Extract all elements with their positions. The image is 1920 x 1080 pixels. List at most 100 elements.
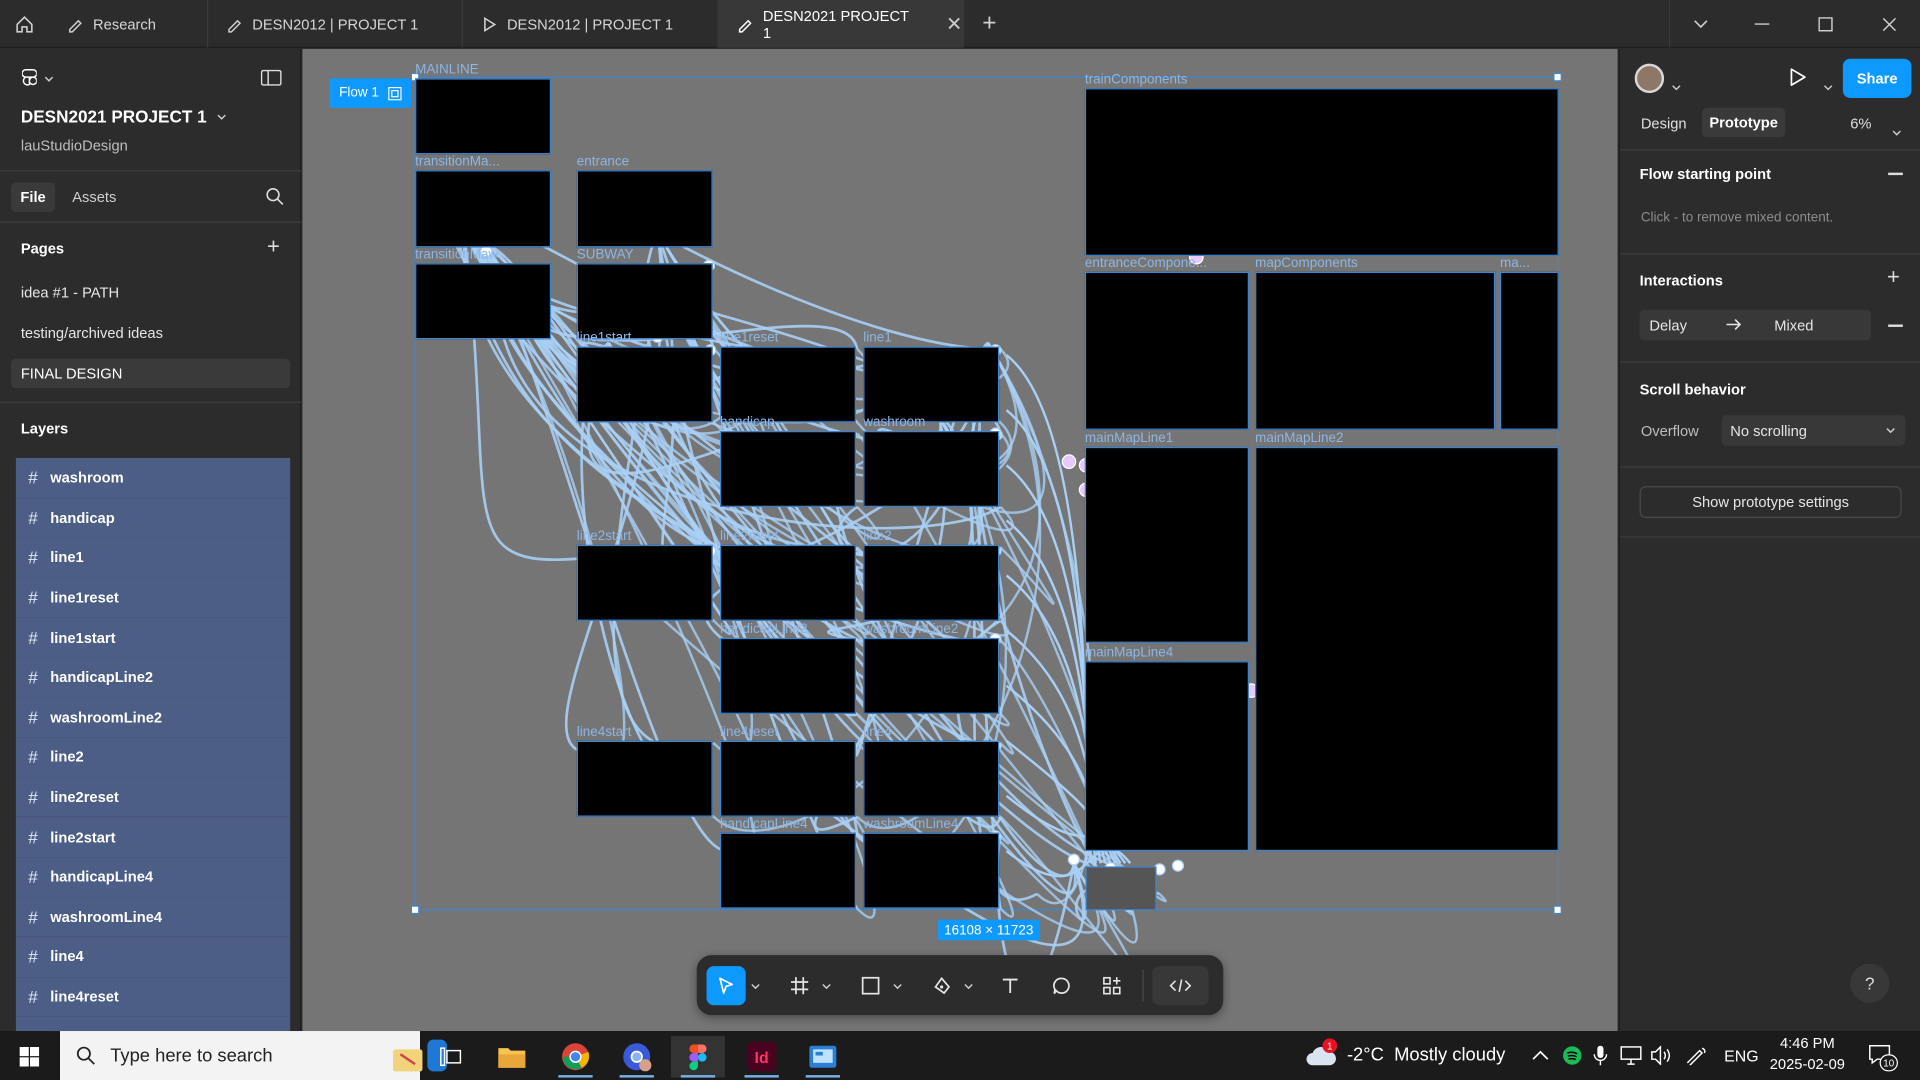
- notification-center-icon[interactable]: 10: [1867, 1043, 1898, 1072]
- add-page-icon[interactable]: +: [267, 235, 280, 257]
- layer-item[interactable]: # line4reset: [15, 976, 291, 1017]
- figma-app-icon[interactable]: [671, 1035, 725, 1078]
- layer-item[interactable]: # handicapLine4: [15, 857, 291, 898]
- frame-line4start[interactable]: [576, 740, 713, 817]
- frame-line2[interactable]: [863, 544, 1000, 621]
- tab-desn2021-active[interactable]: DESN2021 PROJECT 1 ✕: [718, 0, 964, 48]
- layer-item[interactable]: # handicap: [15, 497, 291, 538]
- frame-transition1[interactable]: [415, 170, 552, 248]
- remove-interaction-icon[interactable]: [1888, 324, 1903, 327]
- sidebar-toggle-icon[interactable]: [260, 69, 282, 92]
- chevron-down-icon[interactable]: [1670, 0, 1731, 48]
- tab-file[interactable]: File: [11, 182, 56, 212]
- frame-handicapLine2[interactable]: [720, 637, 856, 714]
- comment-tool-button[interactable]: [1042, 966, 1081, 1005]
- remove-flow-icon[interactable]: [1888, 172, 1903, 175]
- microphone-icon[interactable]: [1593, 1044, 1608, 1072]
- network-icon[interactable]: [1620, 1046, 1642, 1072]
- frame-trainComponents[interactable]: [1084, 88, 1559, 256]
- chevron-down-icon[interactable]: [1892, 120, 1902, 142]
- spotify-icon[interactable]: [1562, 1046, 1582, 1072]
- minimize-icon[interactable]: [1731, 0, 1792, 48]
- overflow-select[interactable]: No scrolling: [1721, 415, 1906, 446]
- frame-entranceComponents[interactable]: [1084, 271, 1249, 430]
- frame-washroomLine2[interactable]: [863, 637, 1000, 714]
- frame-transition2[interactable]: [415, 263, 552, 340]
- file-explorer-icon[interactable]: [485, 1036, 539, 1078]
- taskbar-search-box[interactable]: Type here to search: [60, 1031, 447, 1080]
- close-tab-icon[interactable]: ✕: [946, 12, 962, 36]
- tab-assets[interactable]: Assets: [72, 189, 116, 206]
- layer-item[interactable]: # washroomLine2: [15, 697, 291, 738]
- layer-item[interactable]: # line1start: [15, 617, 291, 658]
- chevron-down-icon[interactable]: [890, 966, 905, 1005]
- text-tool-button[interactable]: [991, 966, 1030, 1005]
- help-button[interactable]: ?: [1850, 963, 1890, 1003]
- frame-subway[interactable]: [576, 263, 713, 340]
- show-prototype-settings-button[interactable]: Show prototype settings: [1639, 486, 1902, 518]
- frame-mainline[interactable]: [415, 78, 552, 155]
- tab-desn2012-prototype[interactable]: DESN2012 | PROJECT 1: [463, 0, 719, 48]
- page-item-testing[interactable]: testing/archived ideas: [11, 318, 290, 347]
- layer-item[interactable]: # handicapLine2: [15, 657, 291, 698]
- chevron-down-icon[interactable]: [1671, 75, 1681, 97]
- layer-item[interactable]: # washroomLine4: [15, 897, 291, 937]
- move-tool-button[interactable]: [706, 966, 746, 1006]
- new-tab-icon[interactable]: +: [967, 0, 1011, 48]
- actions-tool-button[interactable]: [1092, 966, 1131, 1005]
- layer-item[interactable]: # line2start: [15, 817, 291, 858]
- zoom-level[interactable]: 6%: [1850, 115, 1871, 132]
- frame-ma[interactable]: [1500, 271, 1559, 430]
- layer-item[interactable]: # line1: [15, 537, 291, 578]
- pen-tool-button[interactable]: [922, 966, 961, 1005]
- tab-prototype[interactable]: Prototype: [1702, 107, 1786, 138]
- volume-icon[interactable]: [1651, 1045, 1673, 1072]
- layer-item[interactable]: # line1reset: [15, 577, 291, 618]
- close-window-icon[interactable]: [1859, 0, 1920, 48]
- frame-washroomLine4[interactable]: [863, 832, 1000, 909]
- home-icon[interactable]: [0, 0, 49, 48]
- layer-item[interactable]: # line2: [15, 737, 291, 778]
- frame-mainMapLine1[interactable]: [1084, 446, 1249, 643]
- windows-start-icon[interactable]: [2, 1036, 56, 1078]
- pen-workspace-icon[interactable]: [1685, 1046, 1707, 1072]
- frame-entrance[interactable]: [576, 170, 713, 248]
- chrome-profile-icon[interactable]: [610, 1036, 664, 1078]
- weather-cloud-icon[interactable]: 1: [1305, 1038, 1338, 1077]
- frame-handicap[interactable]: [720, 431, 856, 507]
- dev-mode-toggle[interactable]: [1152, 966, 1209, 1006]
- page-item-idea1[interactable]: idea #1 - PATH: [11, 278, 290, 307]
- layer-item[interactable]: # washroom: [15, 457, 291, 498]
- chrome-icon[interactable]: [549, 1036, 603, 1078]
- frame-line2start[interactable]: [576, 544, 713, 621]
- indesign-icon[interactable]: Id: [735, 1036, 789, 1078]
- tab-design[interactable]: Design: [1641, 115, 1687, 132]
- frame-line1start[interactable]: [576, 346, 713, 423]
- frame-line2reset[interactable]: [720, 544, 856, 621]
- tab-desn2012-file[interactable]: DESN2012 | PROJECT 1: [208, 0, 463, 48]
- frame-line1[interactable]: [863, 346, 1000, 423]
- frame-mainMapLine2[interactable]: [1255, 446, 1559, 852]
- shape-tool-button[interactable]: [851, 966, 890, 1005]
- file-name-button[interactable]: DESN2021 PROJECT 1: [21, 107, 226, 126]
- interaction-row[interactable]: Delay Mixed: [1639, 309, 1872, 341]
- clock[interactable]: 4:46 PM 2025-02-09: [1763, 1035, 1851, 1073]
- canvas[interactable]: MAINLINE transitionMa... entrance transitio…: [302, 48, 1618, 1032]
- chevron-up-icon[interactable]: [1532, 1046, 1549, 1066]
- present-play-icon[interactable]: [1789, 67, 1807, 93]
- main-menu-button[interactable]: [22, 69, 54, 90]
- maximize-icon[interactable]: [1795, 0, 1856, 48]
- weather-text[interactable]: -2°C Mostly cloudy: [1347, 1044, 1505, 1065]
- tab-research[interactable]: Research: [49, 0, 209, 48]
- language-indicator[interactable]: ENG: [1724, 1047, 1758, 1065]
- frame-handicapLine4[interactable]: [720, 832, 856, 909]
- task-view-icon[interactable]: [424, 1036, 478, 1078]
- add-interaction-icon[interactable]: +: [1887, 266, 1900, 288]
- chevron-down-icon[interactable]: [1823, 75, 1833, 97]
- frame-line4[interactable]: [863, 740, 1000, 817]
- frame-washroom[interactable]: [863, 431, 1000, 507]
- frame-mapComponents[interactable]: [1255, 271, 1496, 430]
- chevron-down-icon[interactable]: [961, 966, 976, 1005]
- avatar[interactable]: [1634, 63, 1665, 94]
- layer-item[interactable]: # line2reset: [15, 777, 291, 818]
